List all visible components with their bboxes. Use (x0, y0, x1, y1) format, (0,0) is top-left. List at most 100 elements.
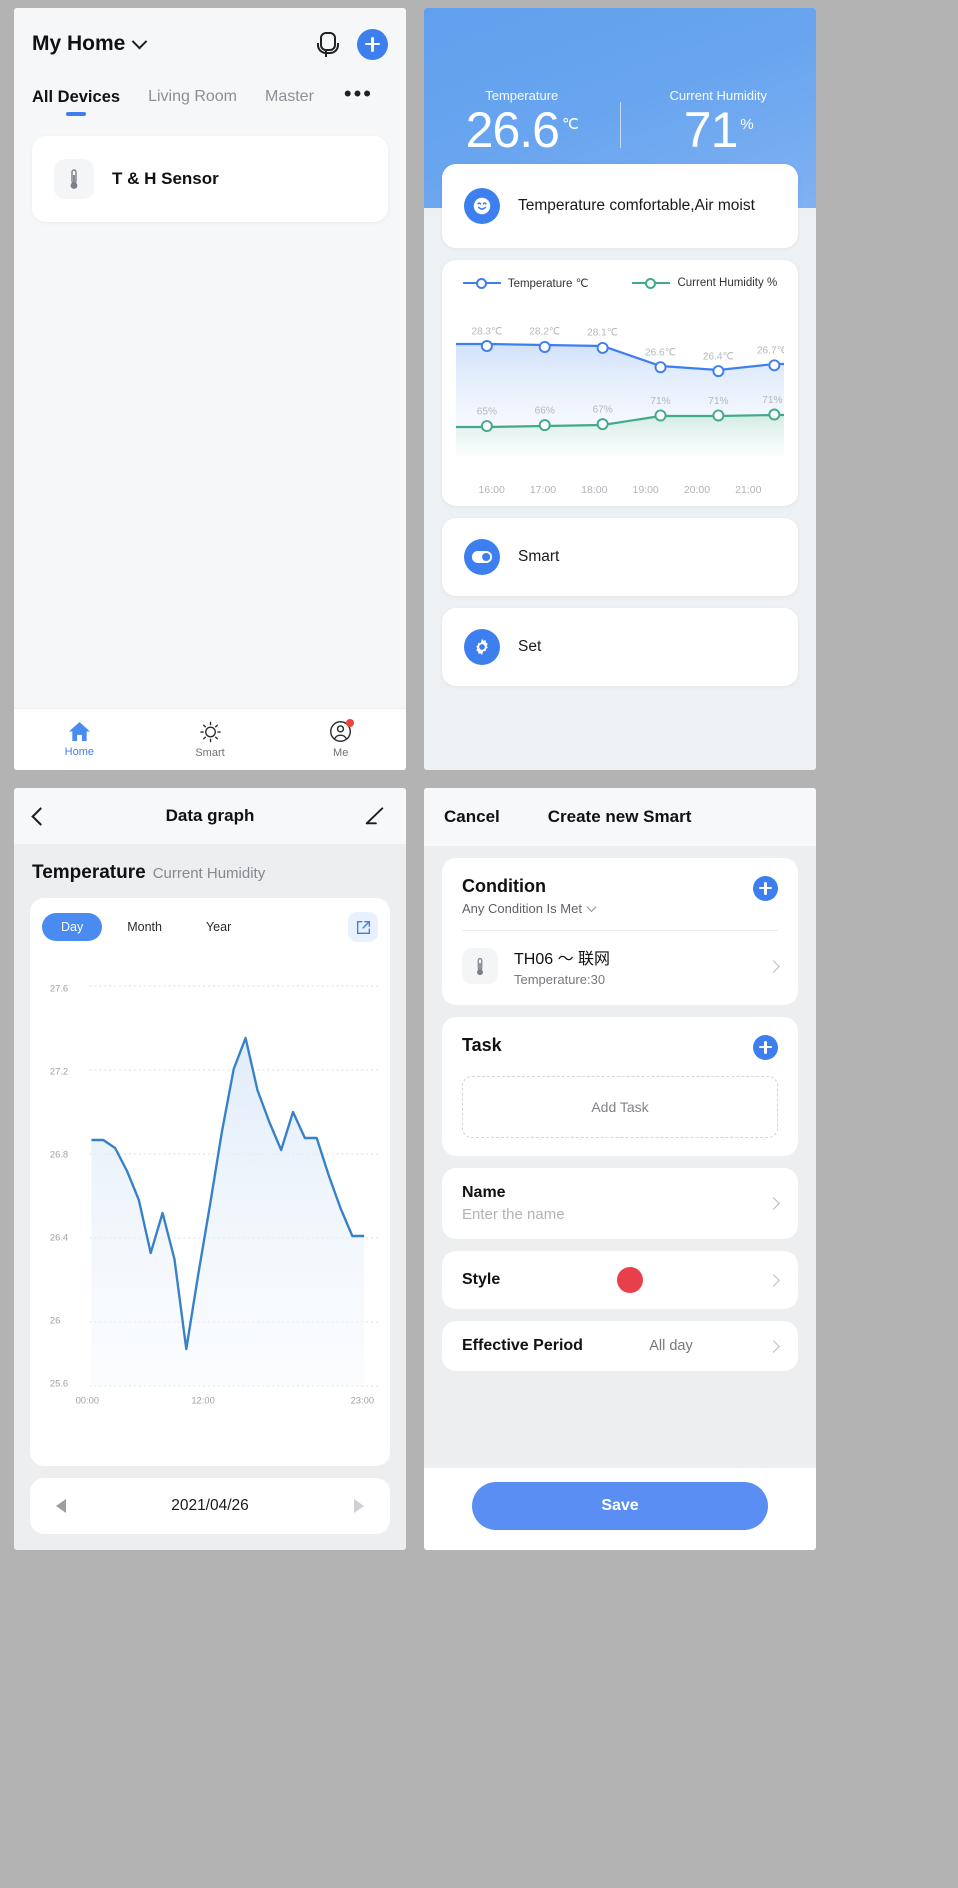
device-chart-card: Temperature ℃ Current Humidity % 28.3℃ 2… (442, 260, 798, 506)
add-task-button[interactable] (753, 1035, 778, 1060)
screenshot-grid: My Home All Devices Living Room Master •… (0, 0, 958, 1888)
pencil-icon[interactable] (364, 805, 386, 827)
x-tick-end: 23:00 (351, 1395, 374, 1405)
range-year[interactable]: Year (187, 913, 250, 941)
selected-date[interactable]: 2021/04/26 (66, 1497, 354, 1515)
condition-title: Condition (462, 876, 546, 896)
cancel-button[interactable]: Cancel (444, 807, 500, 827)
metric-switcher: Temperature Current Humidity (14, 844, 406, 884)
chevron-down-icon (586, 902, 597, 913)
hum-label-0: 65% (477, 407, 497, 418)
y-tick-4: 26 (50, 1315, 60, 1325)
hero-humidity-value: 71% (683, 101, 754, 158)
save-button[interactable]: Save (472, 1482, 768, 1530)
effective-period-row[interactable]: Effective Period All day (442, 1321, 798, 1371)
nav-item-home[interactable]: Home (14, 721, 145, 758)
hero-temperature-unit: ℃ (561, 115, 579, 133)
style-row[interactable]: Style (442, 1251, 798, 1309)
bottom-navigation: Home Smart Me (14, 708, 406, 770)
add-condition-button[interactable] (753, 876, 778, 901)
condition-mode-selector[interactable]: Any Condition Is Met (462, 901, 597, 916)
add-device-button[interactable] (357, 28, 388, 60)
temp-label-5: 26.7℃ (757, 346, 784, 357)
legend-marker-temperature (462, 277, 501, 289)
tab-all-devices[interactable]: All Devices (32, 88, 120, 114)
legend-label-humidity: Current Humidity % (677, 277, 778, 289)
legend-temperature: Temperature ℃ (462, 276, 589, 290)
name-row-left: Name Enter the name (462, 1184, 565, 1223)
tab-master[interactable]: Master (265, 88, 314, 113)
range-month[interactable]: Month (108, 913, 181, 941)
condition-item-name: TH06 ～ 联网 (514, 951, 611, 968)
nav-item-me[interactable]: Me (275, 719, 406, 759)
hum-label-3: 71% (650, 396, 670, 407)
create-smart-title: Create new Smart (547, 807, 692, 826)
chart-legend: Temperature ℃ Current Humidity % (456, 276, 784, 290)
tabs-more-button[interactable]: ••• (344, 83, 373, 105)
notification-badge (346, 719, 355, 727)
triangle-right-icon[interactable] (354, 1499, 364, 1513)
nav-item-smart[interactable]: Smart (145, 721, 276, 759)
condition-item[interactable]: TH06 ～ 联网 Temperature:30 (462, 931, 780, 987)
device-mini-chart: 28.3℃ 28.2℃ 28.1℃ 26.6℃ 26.4℃ 26.7℃ 65% … (456, 296, 784, 506)
temp-label-4: 26.4℃ (703, 352, 734, 363)
device-row-set[interactable]: Set (442, 608, 798, 686)
hero-temperature: Temperature 26.6 ℃ (424, 88, 620, 155)
add-task-placeholder[interactable]: Add Task (462, 1076, 778, 1138)
condition-section: Condition Any Condition Is Met TH06 ～ 联网… (442, 858, 798, 1005)
data-graph-navbar: Data graph (14, 788, 406, 844)
task-header: Task (462, 1035, 778, 1060)
y-tick-1: 27.2 (50, 1066, 68, 1076)
x-tick-start: 00:00 (76, 1395, 99, 1405)
home-empty-space (14, 222, 406, 708)
condition-header: Condition Any Condition Is Met (462, 876, 778, 916)
hum-label-1: 66% (535, 406, 555, 417)
tab-living-room[interactable]: Living Room (148, 88, 237, 113)
home-actions (315, 28, 388, 60)
condition-mode-label: Any Condition Is Met (462, 901, 582, 916)
hero-humidity-unit: % (740, 115, 753, 133)
hero-temperature-label: Temperature (485, 87, 559, 103)
metric-temperature[interactable]: Temperature (32, 862, 146, 884)
range-day[interactable]: Day (42, 913, 103, 941)
home-header: My Home All Devices Living Room Master •… (14, 8, 406, 114)
device-card-th-sensor[interactable]: T & H Sensor (32, 136, 388, 222)
external-link-icon[interactable] (348, 912, 378, 942)
temp-label-3: 26.6℃ (645, 348, 676, 359)
chevron-right-icon (767, 1197, 780, 1210)
device-row-label-smart: Smart (518, 548, 560, 565)
home-selector[interactable]: My Home (32, 32, 148, 56)
hero-temperature-value: 26.6 ℃ (465, 101, 579, 158)
microphone-icon[interactable] (315, 31, 339, 57)
name-row-title: Name (462, 1184, 506, 1201)
chevron-right-icon (767, 959, 780, 973)
effective-period-title: Effective Period (462, 1337, 583, 1354)
back-chevron-icon[interactable] (31, 806, 50, 826)
y-tick-2: 26.8 (50, 1149, 68, 1159)
name-row[interactable]: Name Enter the name (442, 1168, 798, 1239)
y-tick-0: 27.6 (50, 983, 68, 993)
panel-create-smart: Cancel Create new Smart Condition Any Co… (424, 788, 816, 1550)
thermometer-icon (462, 948, 498, 984)
y-tick-3: 26.4 (50, 1232, 68, 1242)
sun-icon (199, 721, 221, 742)
name-input[interactable]: Enter the name (462, 1206, 565, 1223)
task-section: Task Add Task (442, 1017, 798, 1156)
style-color-swatch[interactable] (616, 1267, 643, 1293)
device-row-smart[interactable]: Smart (442, 518, 798, 596)
nav-label-home: Home (64, 746, 94, 758)
page-title: Data graph (165, 806, 255, 825)
triangle-left-icon[interactable] (56, 1499, 66, 1513)
room-tabs: All Devices Living Room Master ••• (32, 83, 388, 114)
temp-label-0: 28.3℃ (471, 326, 502, 337)
metric-humidity[interactable]: Current Humidity (153, 865, 266, 882)
legend-humidity: Current Humidity % (632, 277, 777, 289)
effective-period-value: All day (649, 1338, 693, 1354)
legend-marker-humidity (632, 277, 671, 289)
chevron-down-icon (132, 33, 148, 49)
legend-label-temperature: Temperature ℃ (507, 278, 589, 290)
nav-label-smart: Smart (195, 746, 225, 759)
graph-card: Day Month Year 27.6 27.2 26.8 26.4 26 25… (30, 898, 390, 1466)
device-row-label-set: Set (518, 638, 542, 655)
smiley-face-icon (464, 188, 500, 224)
